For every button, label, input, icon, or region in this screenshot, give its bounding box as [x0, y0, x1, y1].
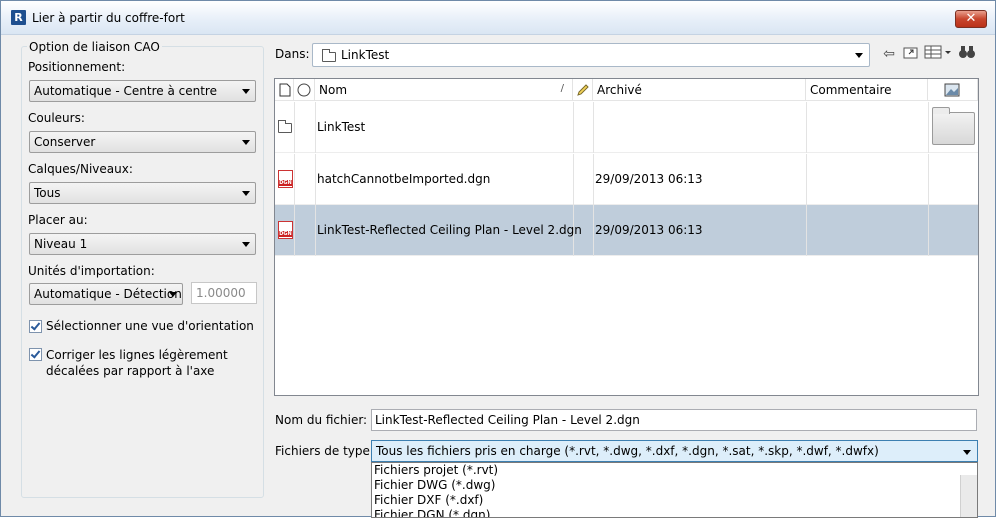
chevron-down-icon: [169, 292, 177, 297]
list-item-selected[interactable]: DGN LinkTest-Reflected Ceiling Plan - Le…: [275, 205, 978, 256]
placer-select[interactable]: Niveau 1: [29, 233, 256, 255]
couleurs-select[interactable]: Conserver: [29, 131, 256, 153]
calques-select[interactable]: Tous: [29, 182, 256, 204]
positionnement-select[interactable]: Automatique - Centre à centre: [29, 80, 256, 102]
chevron-down-icon: [242, 89, 250, 94]
location-value: LinkTest: [341, 48, 390, 62]
calques-label: Calques/Niveaux:: [28, 162, 133, 176]
back-icon[interactable]: ⇦: [880, 45, 898, 63]
image-icon: [944, 83, 960, 97]
chevron-down-icon: [242, 242, 250, 247]
col-status[interactable]: [294, 79, 315, 101]
chevron-down-icon: [242, 140, 250, 145]
filename-label: Nom du fichier:: [275, 413, 368, 427]
unites-label: Unités d'importation:: [28, 264, 155, 278]
binoculars-icon[interactable]: [957, 45, 977, 63]
couleurs-label: Couleurs:: [28, 111, 85, 125]
pencil-icon: [577, 84, 589, 96]
chevron-down-icon: [242, 191, 250, 196]
col-name-label: Nom: [319, 83, 348, 97]
couleurs-value: Conserver: [34, 135, 96, 149]
window-title: Lier à partir du coffre-fort: [32, 11, 185, 25]
dans-label: Dans:: [275, 47, 310, 61]
col-comment[interactable]: Commentaire: [806, 79, 928, 101]
col-comment-edit[interactable]: [573, 79, 593, 101]
title-bar: R Lier à partir du coffre-fort ✕: [1, 1, 995, 35]
group-title: Option de liaison CAO: [27, 40, 162, 54]
filetype-dropdown[interactable]: Fichiers projet (*.rvt) Fichier DWG (*.d…: [371, 462, 978, 518]
revit-app-icon: R: [11, 10, 26, 25]
calques-value: Tous: [34, 186, 61, 200]
filename-input[interactable]: LinkTest-Reflected Ceiling Plan - Level …: [371, 409, 977, 431]
folder-icon: [322, 49, 336, 62]
col-archived[interactable]: Archivé: [593, 79, 806, 101]
checkmark-icon: [30, 348, 41, 359]
unites-value: Automatique - Détection: [34, 287, 182, 301]
chevron-down-icon: [963, 450, 971, 455]
filetype-option[interactable]: Fichier DXF (*.dxf): [372, 493, 977, 508]
file-name: hatchCannotbeImported.dgn: [317, 172, 491, 186]
file-name: LinkTest: [317, 120, 366, 134]
unites-factor-input[interactable]: 1.00000: [191, 282, 257, 304]
positionnement-label: Positionnement:: [28, 60, 126, 74]
col-type[interactable]: [275, 79, 294, 101]
file-archived-date: 29/09/2013 06:13: [595, 223, 703, 237]
file-name: LinkTest-Reflected Ceiling Plan - Level …: [317, 223, 582, 237]
positionnement-value: Automatique - Centre à centre: [34, 84, 217, 98]
filetype-option[interactable]: Fichiers projet (*.rvt): [372, 463, 977, 478]
col-name[interactable]: Nom /: [315, 79, 573, 101]
sort-icon: /: [560, 83, 564, 94]
dialog-window: R Lier à partir du coffre-fort ✕ Option …: [0, 0, 996, 518]
corriger-lignes-label-1: Corriger les lignes légèrement: [46, 348, 228, 362]
chevron-down-icon: [855, 53, 863, 58]
filetype-select[interactable]: Tous les fichiers pris en charge (*.rvt,…: [371, 440, 978, 462]
corriger-lignes-checkbox[interactable]: [29, 348, 42, 361]
views-menu-icon[interactable]: [924, 45, 952, 63]
dropdown-scrollbar[interactable]: [960, 475, 977, 517]
folder-preview-icon: [932, 107, 975, 145]
circle-icon: [297, 83, 311, 97]
vue-orientation-checkbox[interactable]: [29, 320, 42, 333]
corriger-lignes-label-2: décalées par rapport à l'axe: [46, 364, 215, 378]
filetype-option[interactable]: Fichier DWG (*.dwg): [372, 478, 977, 493]
checkmark-icon: [30, 320, 41, 331]
dgn-file-icon: DGN: [278, 170, 293, 188]
file-archived-date: 29/09/2013 06:13: [595, 172, 703, 186]
col-preview[interactable]: [928, 79, 978, 101]
filetype-value: Tous les fichiers pris en charge (*.rvt,…: [376, 444, 879, 458]
list-item[interactable]: DGN hatchCannotbeImported.dgn 29/09/2013…: [275, 154, 978, 205]
dgn-file-icon: DGN: [278, 221, 293, 239]
folder-icon: [278, 120, 292, 133]
location-select[interactable]: LinkTest: [312, 43, 870, 67]
list-item[interactable]: LinkTest: [275, 102, 978, 153]
placer-label: Placer au:: [28, 213, 88, 227]
file-icon: [279, 83, 291, 97]
up-folder-icon[interactable]: [902, 45, 920, 63]
placer-value: Niveau 1: [34, 237, 88, 251]
unites-select[interactable]: Automatique - Détection: [29, 283, 183, 305]
filetype-label: Fichiers de type:: [275, 444, 374, 458]
close-button[interactable]: ✕: [955, 10, 987, 28]
file-list[interactable]: Nom / Archivé Commentaire LinkTest DGN h…: [274, 78, 979, 396]
vue-orientation-label: Sélectionner une vue d'orientation: [46, 319, 254, 333]
